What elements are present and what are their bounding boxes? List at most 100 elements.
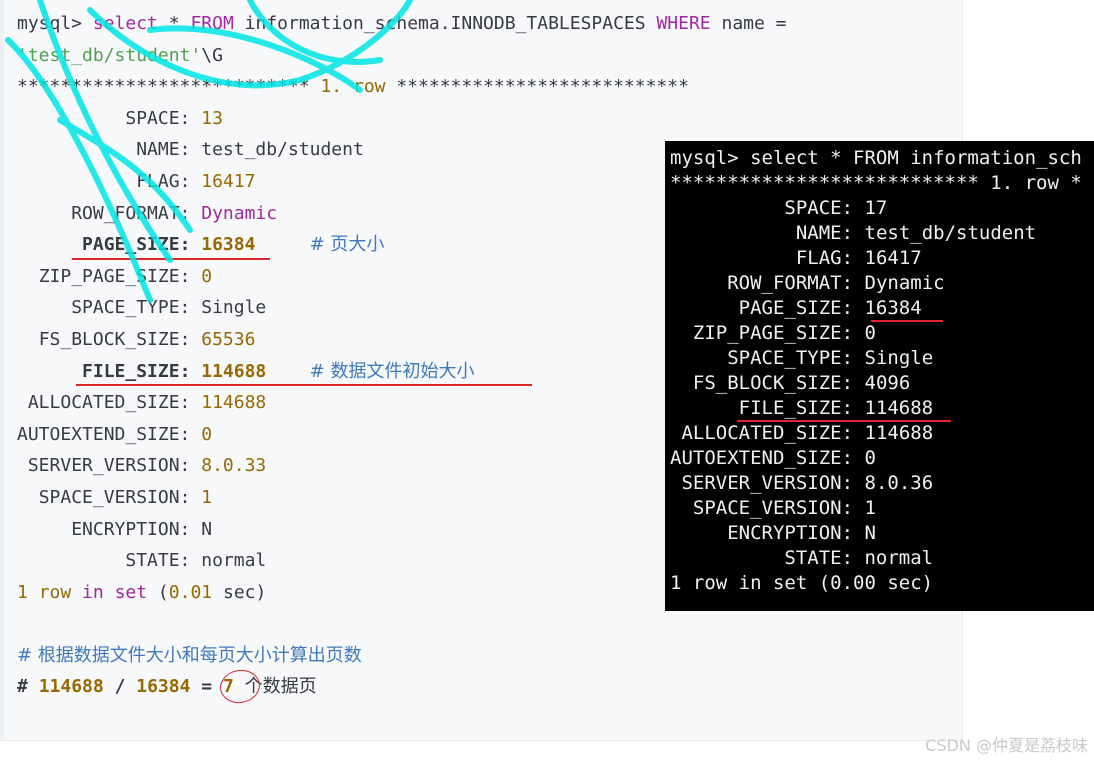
summary-in: in xyxy=(82,581,104,603)
calc-comment-line: # 根据数据文件大小和每页大小计算出页数 xyxy=(17,640,787,672)
terminal-field-row: AUTOEXTEND_SIZE: 0 xyxy=(670,446,1082,471)
page-size-underline xyxy=(72,258,270,260)
field-value: 114688 xyxy=(201,392,267,414)
terminal-field-value: 114688 xyxy=(864,422,934,444)
terminal-field-row: SPACE_VERSION: 1 xyxy=(670,496,1082,521)
field-label: ROW_FORMAT: xyxy=(71,202,191,224)
terminal-field-value: 0 xyxy=(864,447,876,469)
field-label: NAME: xyxy=(136,139,191,161)
field-value: 0 xyxy=(201,423,213,445)
calc-divide: / xyxy=(114,676,126,698)
field-value: 65536 xyxy=(201,328,256,350)
field-label: PAGE_SIZE: xyxy=(82,234,191,256)
where-column: name = xyxy=(721,13,787,34)
field-label: ALLOCATED_SIZE: xyxy=(27,392,191,414)
terminal-field-label: ENCRYPTION: xyxy=(727,522,854,544)
terminal-field-row: PAGE_SIZE: 16384 xyxy=(670,296,1082,321)
terminal-field-value: Dynamic xyxy=(864,272,945,294)
terminal-field-label: SPACE_VERSION: xyxy=(692,497,854,519)
terminal-field-value: 4096 xyxy=(864,372,911,394)
terminal-field-row: ZIP_PAGE_SIZE: 0 xyxy=(670,321,1082,346)
terminal-field-label: ROW_FORMAT: xyxy=(727,272,854,294)
code-gutter xyxy=(0,0,4,740)
terminal-field-value: 16417 xyxy=(864,247,922,269)
calc-hash: # xyxy=(17,676,28,698)
field-label: FS_BLOCK_SIZE: xyxy=(38,328,191,350)
terminal-field-row: NAME: test_db/student xyxy=(670,221,1082,246)
terminal-field-row: FS_BLOCK_SIZE: 4096 xyxy=(670,371,1082,396)
credit-watermark: CSDN @仲夏是荔枝味 xyxy=(925,736,1088,755)
terminal-field-label: FLAG: xyxy=(795,247,854,269)
field-value: 16417 xyxy=(201,170,256,192)
summary-row: row xyxy=(38,581,72,603)
summary-set: set xyxy=(114,581,148,603)
terminal-field-label: ALLOCATED_SIZE: xyxy=(681,422,854,444)
terminal-summary: 1 row in set (0.00 sec) xyxy=(670,572,934,594)
terminal-field-row: ALLOCATED_SIZE: 114688 xyxy=(670,421,1082,446)
calc-page-size: 16384 xyxy=(136,676,191,698)
field-value: test_db/student xyxy=(201,139,364,161)
field-label: ENCRYPTION: xyxy=(71,518,191,540)
summary-time: 0.01 xyxy=(168,581,213,603)
row-stars-right: *************************** xyxy=(396,76,689,98)
terminal-field-label: ZIP_PAGE_SIZE: xyxy=(692,322,854,344)
query-terminator: \G xyxy=(201,44,223,66)
terminal-field-label: NAME: xyxy=(795,222,854,244)
terminal-field-label: SPACE: xyxy=(784,197,854,219)
terminal-field-row: SPACE_TYPE: Single xyxy=(670,346,1082,371)
terminal-field-row: FLAG: 16417 xyxy=(670,246,1082,271)
row-number: 1. xyxy=(320,76,343,98)
terminal-field-row: SERVER_VERSION: 8.0.36 xyxy=(670,471,1082,496)
field-value: 8.0.33 xyxy=(201,455,267,477)
terminal-field-value: 0 xyxy=(864,322,876,344)
query-literal: 'test_db/student' xyxy=(17,44,202,66)
terminal-field-label: FS_BLOCK_SIZE: xyxy=(692,372,854,394)
table-name: information_schema.INNODB_TABLESPACES xyxy=(244,13,646,34)
field-value: 114688 xyxy=(201,360,267,382)
summary-sec: sec) xyxy=(222,581,267,603)
terminal-field-label: PAGE_SIZE: xyxy=(738,297,854,319)
row-stars-left: *************************** xyxy=(17,76,310,98)
terminal-page-size-underline xyxy=(871,320,943,322)
field-label: SERVER_VERSION: xyxy=(27,455,191,477)
terminal-field-row: ENCRYPTION: N xyxy=(670,521,1082,546)
summary-count: 1 xyxy=(17,581,28,603)
row-word: row xyxy=(352,76,386,98)
terminal-row-header: *************************** 1. row * xyxy=(670,172,1082,194)
terminal-query-line: mysql> select * FROM information_sch xyxy=(670,147,1082,169)
terminal-field-label: SPACE_TYPE: xyxy=(727,347,854,369)
terminal-field-value: 17 xyxy=(864,197,888,219)
terminal-field-value: 1 xyxy=(864,497,876,519)
field-value: normal xyxy=(201,550,267,572)
field-label: FLAG: xyxy=(136,170,191,192)
terminal-field-value: Single xyxy=(864,347,934,369)
terminal-field-value: 16384 xyxy=(864,297,922,319)
field-label: FILE_SIZE: xyxy=(82,360,191,382)
field-label: SPACE: xyxy=(125,107,191,129)
field-label: STATE: xyxy=(125,550,191,572)
select-keyword: select xyxy=(92,13,158,34)
field-label: AUTOEXTEND_SIZE: xyxy=(17,423,191,445)
terminal-field-value: 8.0.36 xyxy=(864,472,934,494)
field-value: Dynamic xyxy=(201,202,278,224)
terminal-field-row: ROW_FORMAT: Dynamic xyxy=(670,271,1082,296)
query-line-2: 'test_db/student'\G xyxy=(17,40,787,72)
terminal-file-size-underline xyxy=(737,420,951,422)
file-size-underline xyxy=(76,384,532,386)
terminal-field-row: FILE_SIZE: 114688 xyxy=(670,396,1082,421)
terminal-field-value: 114688 xyxy=(864,397,934,419)
field-value: 16384 xyxy=(201,234,256,256)
terminal-field-label: SERVER_VERSION: xyxy=(681,472,854,494)
terminal-field-row: SPACE: 17 xyxy=(670,196,1082,221)
page-size-comment: # 页大小 xyxy=(309,234,385,256)
field-label: ZIP_PAGE_SIZE: xyxy=(38,265,191,287)
query-line-1: mysql> select * FROM information_schema.… xyxy=(17,8,787,40)
field-value: Single xyxy=(201,297,267,319)
mysql-prompt: mysql> xyxy=(17,13,83,34)
field-row: SPACE: 13 xyxy=(17,103,787,135)
field-label: SPACE_TYPE: xyxy=(71,297,191,319)
field-value: N xyxy=(201,518,213,540)
field-value: 1 xyxy=(201,486,213,508)
terminal-field-value: normal xyxy=(864,547,934,569)
